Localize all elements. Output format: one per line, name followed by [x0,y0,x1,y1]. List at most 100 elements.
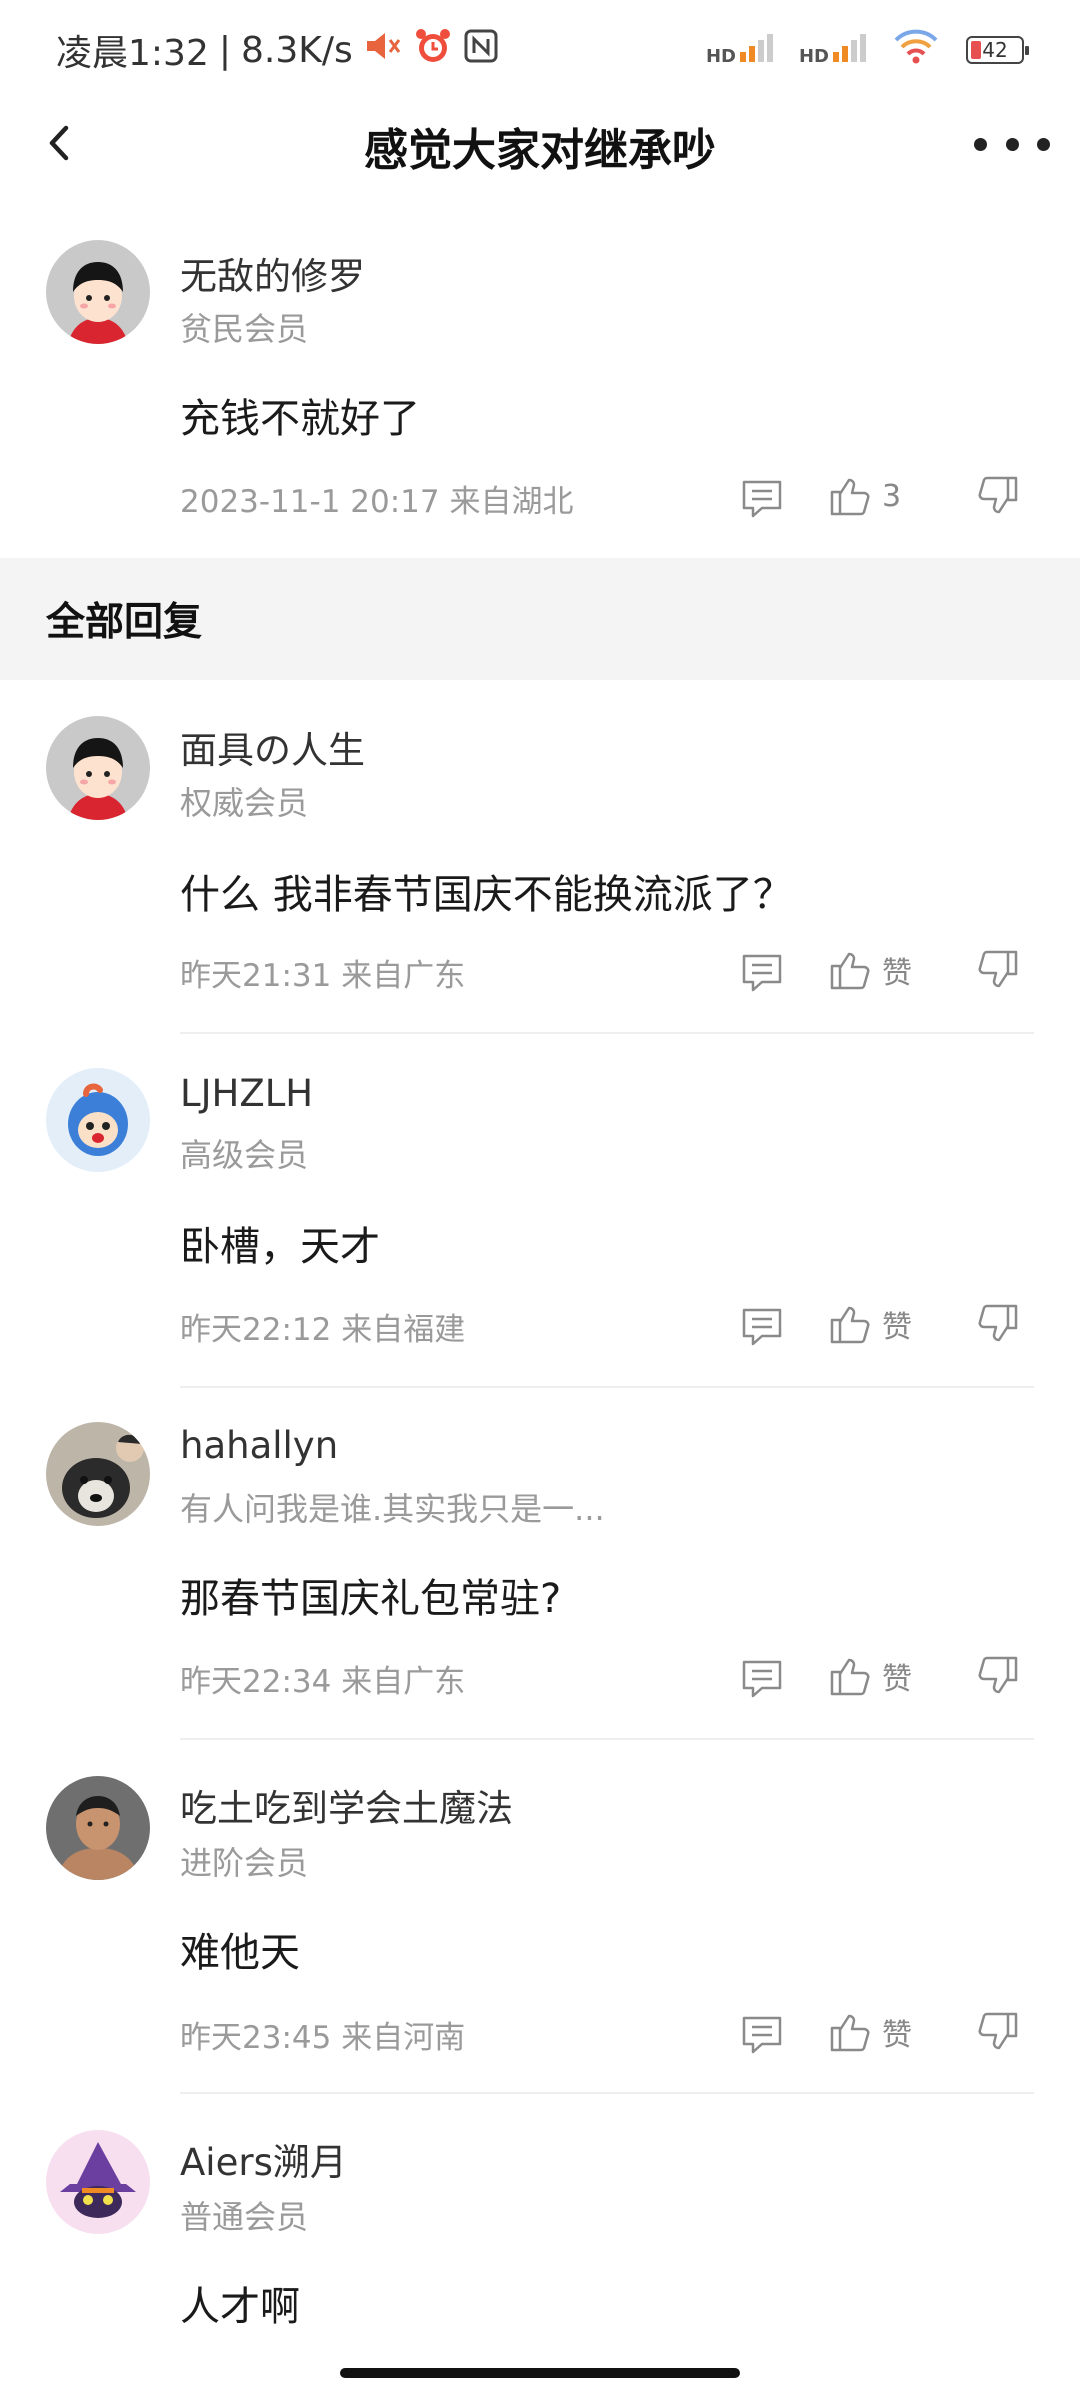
more-dot [974,137,987,151]
avatar[interactable] [46,240,150,344]
member-level: 进阶会员 [180,1844,309,1882]
battery-level: 42 [982,38,1008,62]
dislike-button[interactable] [976,948,1020,996]
thumbs-down-icon [978,476,1018,514]
thumbs-up-icon [830,1658,870,1696]
username[interactable]: Aiers溯月 [180,2132,347,2186]
status-separator: | [218,29,231,71]
like-button[interactable]: 3 [828,474,901,518]
avatar[interactable] [46,1422,150,1526]
comment-icon [742,480,782,518]
like-button[interactable]: 赞 [828,1654,912,1698]
member-level: 高级会员 [180,1136,309,1174]
thumbs-down-icon [978,950,1018,988]
member-level: 普通会员 [180,2198,309,2236]
thumbs-up-icon [830,1306,870,1344]
reply-item: Aiers溯月 普通会员 人才啊 [0,2096,1080,2356]
comment-content: 卧槽，天才 [180,1224,380,1270]
comment-actions: 赞 [740,948,1030,998]
username[interactable]: 吃土吃到学会土魔法 [180,1778,513,1832]
comment-actions: 赞 [740,2010,1030,2060]
avatar[interactable] [46,716,150,820]
thumbs-up-icon [830,478,870,516]
username[interactable]: LJHZLH [180,1072,313,1115]
status-left: 凌晨1:32 | 8.3K/s [56,24,499,76]
section-title: 全部回复 [46,600,203,645]
divider [180,2092,1034,2094]
hd-label: HD [798,45,829,67]
status-time: 凌晨1:32 [56,33,209,74]
more-dot [1037,137,1050,151]
nfc-icon [463,28,499,73]
comment-actions: 赞 [740,1302,1030,1352]
comment-meta: 2023-11-1 20:17 来自湖北 [180,484,574,520]
comment-icon [742,1308,782,1346]
signal-icon: HD [705,33,773,67]
comment-content: 充钱不就好了 [180,396,420,442]
dislike-button[interactable] [976,1654,1020,1702]
username[interactable]: 无敌的修罗 [180,246,365,300]
comment-meta: 昨天22:34 来自广东 [180,1664,466,1700]
status-bar: 凌晨1:32 | 8.3K/s HD HD 42 [0,0,1080,100]
like-button[interactable]: 赞 [828,1302,912,1346]
reply-item: LJHZLH 高级会员 卧槽，天才 昨天22:12 来自福建 赞 [0,1034,1080,1388]
comment-meta: 昨天21:31 来自广东 [180,958,466,994]
like-count: 赞 [882,2018,912,2053]
thumbs-up-icon [830,952,870,990]
like-count: 赞 [882,956,912,991]
dislike-button[interactable] [976,2010,1020,2058]
thumbs-down-icon [978,1304,1018,1342]
section-header: 全部回复 [0,558,1080,680]
more-dot [1005,137,1019,151]
username[interactable]: hahallyn [180,1424,338,1467]
status-right: HD HD 42 [705,26,1029,75]
member-level: 有人问我是谁.其实我只是一... [180,1490,605,1528]
wifi-icon [892,26,940,75]
comment-actions: 3 [740,474,1030,524]
dislike-button[interactable] [976,474,1020,522]
username[interactable]: 面具の人生 [180,720,365,774]
comment-content: 那春节国庆礼包常驻? [180,1576,562,1622]
like-button[interactable]: 赞 [828,948,912,992]
more-button[interactable] [974,124,1050,164]
dislike-button[interactable] [976,1302,1020,1350]
hd-label: HD [705,45,736,67]
avatar[interactable] [46,1068,150,1172]
network-speed: 8.3K/s [240,29,353,71]
comment-actions: 赞 [740,1654,1030,1704]
reply-item: 面具の人生 权威会员 什么 我非春节国庆不能换流派了？ 昨天21:31 来自广东… [0,680,1080,1034]
avatar[interactable] [46,1776,150,1880]
reply-button[interactable] [740,478,784,524]
thumbs-down-icon [978,1656,1018,1694]
member-level: 贫民会员 [180,310,309,348]
thumbs-down-icon [978,2012,1018,2050]
signal-icon: HD [798,33,866,67]
comment-content: 人才啊 [180,2284,300,2330]
like-count: 3 [882,478,902,514]
avatar[interactable] [46,2130,150,2234]
comment-icon [742,954,782,992]
comment-icon [742,2016,782,2054]
member-level: 权威会员 [180,784,309,822]
page-title: 感觉大家对继承吵 [364,125,716,176]
alarm-icon [413,26,453,75]
comment-meta: 昨天22:12 来自福建 [180,1312,466,1348]
nav-bar: 感觉大家对继承吵 [0,100,1080,186]
reply-button[interactable] [740,952,784,998]
comment-icon [742,1660,782,1698]
home-indicator[interactable] [340,2368,740,2378]
like-count: 赞 [882,1662,912,1697]
reply-item: 吃土吃到学会土魔法 进阶会员 难他天 昨天23:45 来自河南 赞 [0,1742,1080,2096]
reply-item: hahallyn 有人问我是谁.其实我只是一... 那春节国庆礼包常驻? 昨天2… [0,1388,1080,1742]
like-button[interactable]: 赞 [828,2010,912,2054]
divider [180,1738,1034,1740]
comment-meta: 昨天23:45 来自河南 [180,2020,466,2056]
comment-content: 难他天 [180,1930,300,1976]
mute-icon [363,29,403,72]
reply-button[interactable] [740,1658,784,1704]
battery-icon: 42 [966,36,1029,64]
reply-button[interactable] [740,2014,784,2060]
thumbs-up-icon [830,2014,870,2052]
reply-button[interactable] [740,1306,784,1352]
like-count: 赞 [882,1310,912,1345]
